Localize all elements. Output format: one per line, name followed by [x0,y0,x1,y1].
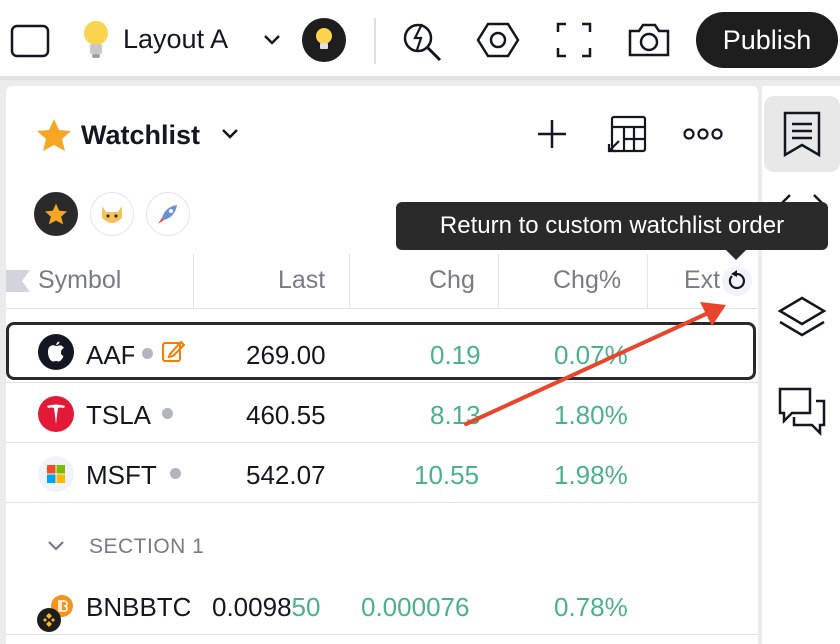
annotation-arrow [464,302,726,426]
